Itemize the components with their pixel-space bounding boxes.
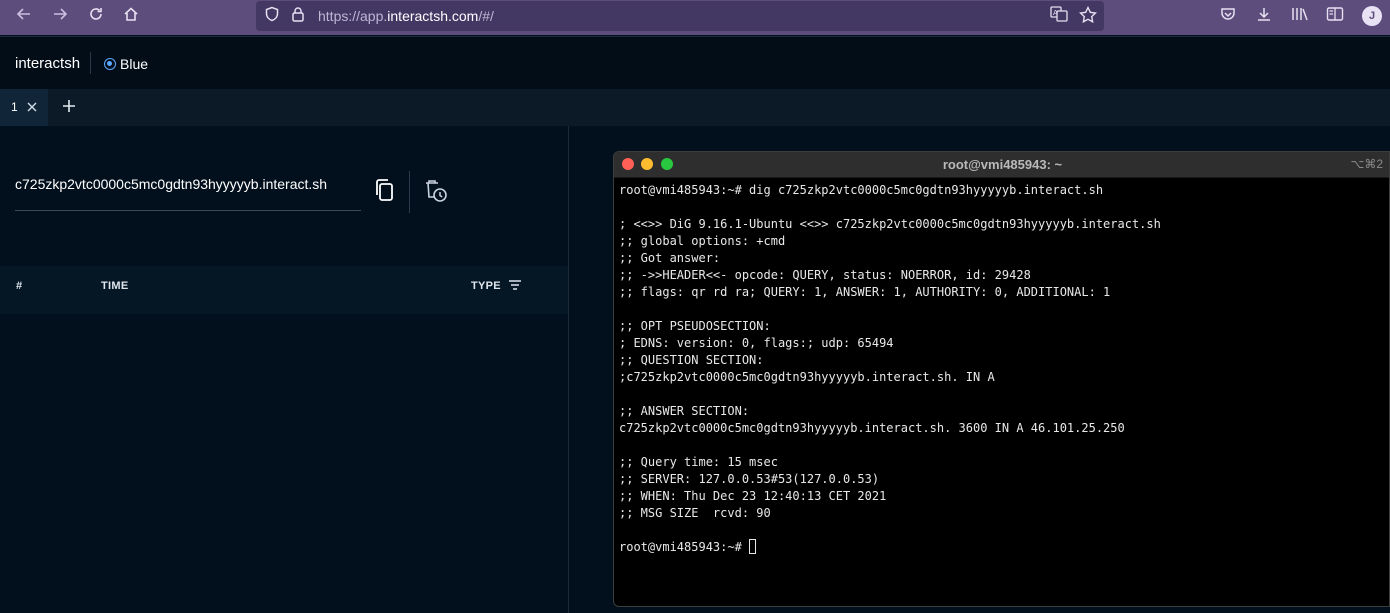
theme-label[interactable]: Blue xyxy=(120,56,148,72)
reader-icon[interactable] xyxy=(1324,6,1346,28)
download-icon[interactable] xyxy=(1253,6,1275,28)
column-header-time: TIME xyxy=(101,280,129,292)
lock-icon[interactable] xyxy=(288,6,308,26)
tab-label: 1 xyxy=(11,100,18,114)
library-icon[interactable] xyxy=(1289,6,1311,28)
url-domain: interactsh.com xyxy=(387,8,479,24)
terminal-cursor xyxy=(749,539,757,554)
forward-arrow-icon[interactable] xyxy=(48,6,72,28)
terminal-output[interactable]: root@vmi485943:~# dig c725zkp2vtc0000c5m… xyxy=(619,182,1389,556)
domain-underline xyxy=(15,210,361,211)
toolbar-divider xyxy=(409,171,410,213)
terminal-line: ;; WHEN: Thu Dec 23 12:40:13 CET 2021 xyxy=(619,489,887,503)
reload-icon[interactable] xyxy=(84,6,108,28)
tab-1[interactable]: 1 xyxy=(0,89,48,126)
terminal-line: ;; global options: +cmd xyxy=(619,234,786,248)
copy-icon[interactable] xyxy=(374,178,396,202)
terminal-line: ;; ANSWER SECTION: xyxy=(619,404,750,418)
app-brand: interactsh xyxy=(15,55,81,72)
clear-history-icon[interactable] xyxy=(423,178,449,204)
pocket-icon[interactable] xyxy=(1217,6,1239,28)
terminal-title-bar[interactable]: root@vmi485943: ~ ⌥⌘2 xyxy=(614,152,1389,178)
terminal-window[interactable]: root@vmi485943: ~ ⌥⌘2 root@vmi485943:~# … xyxy=(613,151,1390,607)
filter-icon[interactable] xyxy=(508,278,522,292)
back-arrow-icon[interactable] xyxy=(12,6,36,28)
header-divider xyxy=(90,52,91,74)
terminal-prompt[interactable]: root@vmi485943:~# xyxy=(619,539,1389,556)
terminal-shortcut: ⌥⌘2 xyxy=(1350,157,1383,171)
url-prefix: https://app. xyxy=(318,8,388,24)
star-icon[interactable] xyxy=(1078,5,1098,26)
terminal-line: ; EDNS: version: 0, flags:; udp: 65494 xyxy=(619,336,894,350)
terminal-line: ;; MSG SIZE rcvd: 90 xyxy=(619,506,771,520)
terminal-line: ;; ->>HEADER<<- opcode: QUERY, status: N… xyxy=(619,268,1031,282)
terminal-line: root@vmi485943:~# dig c725zkp2vtc0000c5m… xyxy=(619,183,1104,197)
close-icon[interactable] xyxy=(26,97,38,117)
terminal-line: c725zkp2vtc0000c5mc0gdtn93hyyyyyb.intera… xyxy=(619,421,1125,435)
terminal-line: ;; Got answer: xyxy=(619,251,721,265)
home-icon[interactable] xyxy=(119,6,143,28)
browser-toolbar: https://app.interactsh.com/#/ A J xyxy=(0,0,1390,35)
terminal-line: ;; SERVER: 127.0.0.53#53(127.0.0.53) xyxy=(619,472,880,486)
theme-radio[interactable] xyxy=(104,58,116,70)
tab-bar: 1 xyxy=(0,89,1390,126)
column-header-number: # xyxy=(16,280,23,292)
column-header-type[interactable]: TYPE xyxy=(471,280,501,292)
terminal-title: root@vmi485943: ~ xyxy=(942,157,1063,172)
shield-icon[interactable] xyxy=(262,6,282,26)
terminal-line: ;c725zkp2vtc0000c5mc0gdtn93hyyyyyb.inter… xyxy=(619,370,995,384)
interactions-panel: c725zkp2vtc0000c5mc0gdtn93hyyyyyb.intera… xyxy=(0,126,569,613)
app-header: interactsh Blue xyxy=(0,36,1390,89)
terminal-line: ; <<>> DiG 9.16.1-Ubuntu <<>> c725zkp2vt… xyxy=(619,217,1161,231)
interaction-domain[interactable]: c725zkp2vtc0000c5mc0gdtn93hyyyyyb.intera… xyxy=(15,176,327,192)
url-bar[interactable]: https://app.interactsh.com/#/ A xyxy=(256,1,1104,31)
url-text[interactable]: https://app.interactsh.com/#/ xyxy=(318,8,494,24)
add-tab-button[interactable] xyxy=(59,94,79,118)
terminal-line: ;; QUESTION SECTION: xyxy=(619,353,764,367)
translate-icon[interactable]: A xyxy=(1049,6,1069,26)
url-suffix: /#/ xyxy=(478,8,494,24)
terminal-line: ;; flags: qr rd ra; QUERY: 1, ANSWER: 1,… xyxy=(619,285,1111,299)
prompt-text: root@vmi485943:~# xyxy=(619,540,750,554)
terminal-line: ;; OPT PSEUDOSECTION: xyxy=(619,319,771,333)
profile-avatar[interactable]: J xyxy=(1362,6,1382,26)
svg-text:A: A xyxy=(1053,9,1058,17)
terminal-line: ;; Query time: 15 msec xyxy=(619,455,778,469)
